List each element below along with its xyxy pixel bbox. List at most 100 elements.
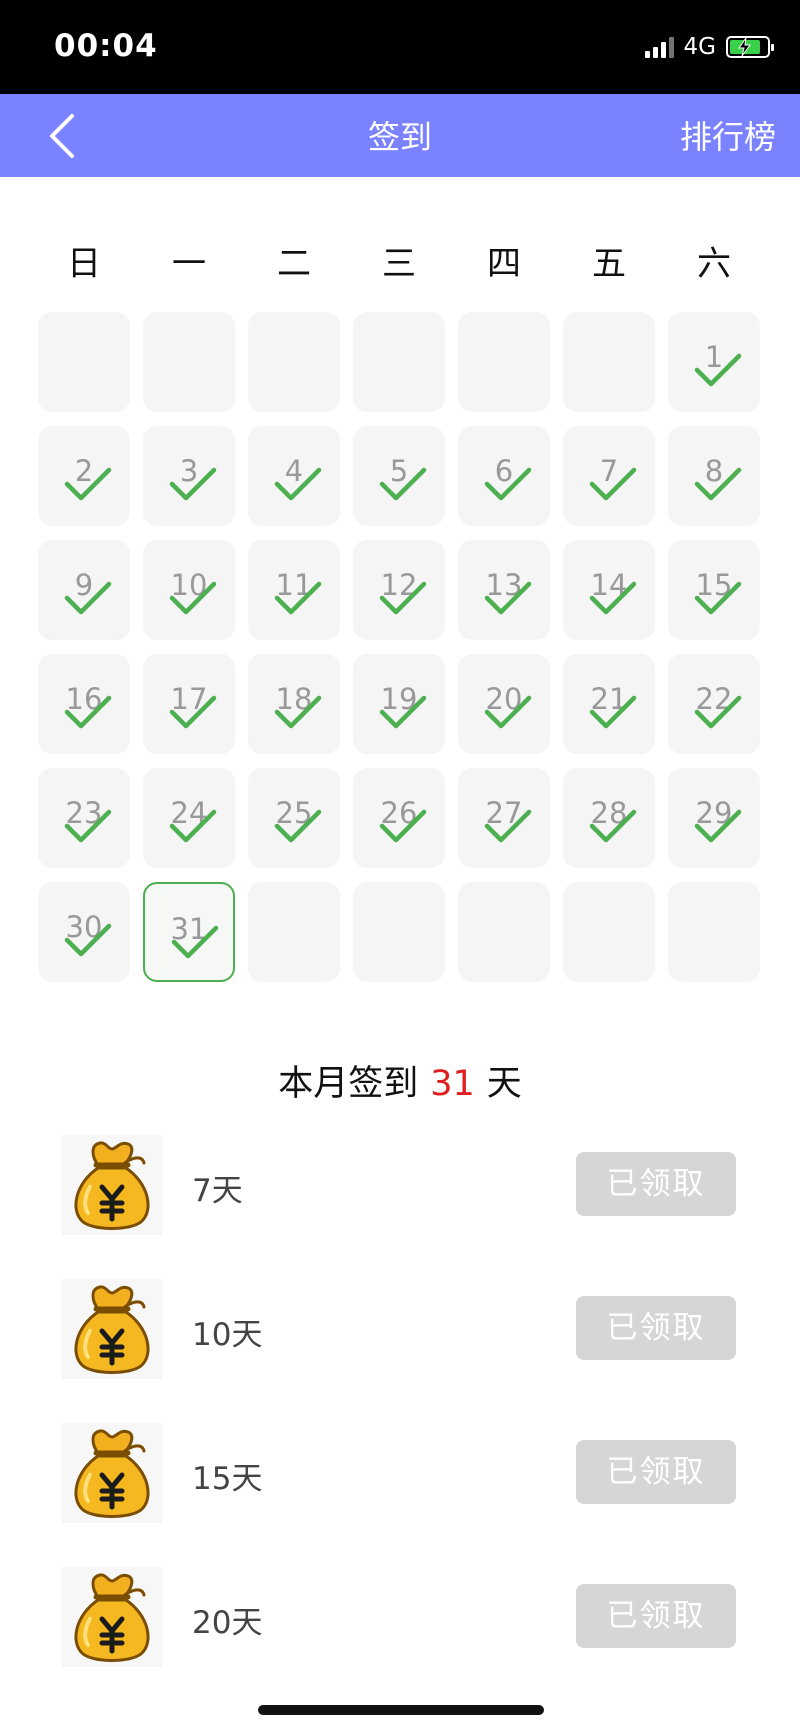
home-indicator bbox=[258, 1705, 544, 1715]
battery-icon bbox=[726, 36, 774, 58]
checkmark-icon bbox=[589, 466, 637, 502]
calendar-day-16[interactable]: 16 bbox=[38, 654, 130, 754]
calendar-day-20[interactable]: 20 bbox=[458, 654, 550, 754]
claimed-button[interactable]: 已领取 bbox=[576, 1440, 736, 1504]
calendar-day-empty bbox=[248, 312, 340, 412]
calendar-day-empty bbox=[353, 882, 445, 982]
calendar-day-6[interactable]: 6 bbox=[458, 426, 550, 526]
calendar-day-23[interactable]: 23 bbox=[38, 768, 130, 868]
signal-icon bbox=[644, 36, 674, 58]
checkmark-icon bbox=[694, 466, 742, 502]
calendar-day-30[interactable]: 30 bbox=[38, 882, 130, 982]
calendar-day-2[interactable]: 2 bbox=[38, 426, 130, 526]
checkmark-icon bbox=[64, 694, 112, 730]
checkmark-icon bbox=[484, 580, 532, 616]
calendar-day-11[interactable]: 11 bbox=[248, 540, 340, 640]
checkmark-icon bbox=[64, 922, 112, 958]
checkmark-icon bbox=[274, 580, 322, 616]
checkmark-icon bbox=[379, 694, 427, 730]
checkmark-icon bbox=[484, 694, 532, 730]
monthly-checkin-summary: 本月签到 31 天 bbox=[0, 1055, 800, 1106]
calendar-day-empty bbox=[668, 882, 760, 982]
checkmark-icon bbox=[274, 808, 322, 844]
summary-prefix: 本月签到 bbox=[278, 1064, 419, 1104]
calendar-day-31[interactable]: 31 bbox=[143, 882, 235, 982]
reward-days-label: 15天 bbox=[192, 1461, 263, 1497]
weekday-label: 三 bbox=[382, 244, 416, 284]
reward-days-label: 20天 bbox=[192, 1605, 263, 1641]
calendar-day-21[interactable]: 21 bbox=[563, 654, 655, 754]
checkmark-icon bbox=[64, 808, 112, 844]
calendar-day-26[interactable]: 26 bbox=[353, 768, 445, 868]
checkmark-icon bbox=[64, 580, 112, 616]
calendar-day-25[interactable]: 25 bbox=[248, 768, 340, 868]
status-bar: 00:04 4G bbox=[0, 0, 800, 94]
money-bag-icon bbox=[62, 1279, 162, 1379]
weekday-label: 二 bbox=[277, 244, 311, 284]
calendar-day-5[interactable]: 5 bbox=[353, 426, 445, 526]
status-indicators: 4G bbox=[644, 34, 774, 60]
money-bag-icon bbox=[62, 1567, 162, 1667]
weekday-label: 四 bbox=[487, 244, 521, 284]
calendar-day-27[interactable]: 27 bbox=[458, 768, 550, 868]
claimed-button[interactable]: 已领取 bbox=[576, 1296, 736, 1360]
checkmark-icon bbox=[169, 694, 217, 730]
claimed-button[interactable]: 已领取 bbox=[576, 1152, 736, 1216]
checkmark-icon bbox=[171, 924, 219, 960]
calendar-day-14[interactable]: 14 bbox=[563, 540, 655, 640]
checkmark-icon bbox=[589, 808, 637, 844]
checkmark-icon bbox=[484, 808, 532, 844]
weekday-label: 五 bbox=[592, 244, 626, 284]
calendar-day-19[interactable]: 19 bbox=[353, 654, 445, 754]
calendar-day-28[interactable]: 28 bbox=[563, 768, 655, 868]
calendar-day-22[interactable]: 22 bbox=[668, 654, 760, 754]
checkin-count: 31 bbox=[430, 1064, 475, 1104]
calendar-day-empty bbox=[458, 312, 550, 412]
calendar-day-1[interactable]: 1 bbox=[668, 312, 760, 412]
calendar-day-empty bbox=[563, 312, 655, 412]
calendar-day-29[interactable]: 29 bbox=[668, 768, 760, 868]
claimed-button[interactable]: 已领取 bbox=[576, 1584, 736, 1648]
checkmark-icon bbox=[169, 808, 217, 844]
calendar-day-10[interactable]: 10 bbox=[143, 540, 235, 640]
calendar-day-empty bbox=[458, 882, 550, 982]
money-bag-icon bbox=[62, 1423, 162, 1523]
leaderboard-button[interactable]: 排行榜 bbox=[680, 112, 776, 158]
calendar-day-3[interactable]: 3 bbox=[143, 426, 235, 526]
calendar-day-18[interactable]: 18 bbox=[248, 654, 340, 754]
calendar-day-4[interactable]: 4 bbox=[248, 426, 340, 526]
calendar-day-12[interactable]: 12 bbox=[353, 540, 445, 640]
calendar-day-9[interactable]: 9 bbox=[38, 540, 130, 640]
calendar-day-15[interactable]: 15 bbox=[668, 540, 760, 640]
checkmark-icon bbox=[379, 466, 427, 502]
calendar-grid: 1 2 3 4 5 6 7 8 9 10 11 12 13 14 15 16 17 18 19 20 21 22 23 24 2… bbox=[0, 312, 800, 984]
weekday-header: 日一二三四五六 bbox=[0, 236, 800, 286]
checkmark-icon bbox=[379, 580, 427, 616]
calendar-day-13[interactable]: 13 bbox=[458, 540, 550, 640]
checkmark-icon bbox=[64, 466, 112, 502]
checkmark-icon bbox=[169, 466, 217, 502]
reward-row: 15天 已领取 bbox=[0, 1423, 800, 1523]
checkmark-icon bbox=[694, 808, 742, 844]
weekday-label: 日 bbox=[67, 244, 101, 284]
checkmark-icon bbox=[169, 580, 217, 616]
money-bag-icon bbox=[62, 1135, 162, 1235]
checkmark-icon bbox=[589, 694, 637, 730]
checkmark-icon bbox=[694, 580, 742, 616]
nav-bar: 签到 排行榜 bbox=[0, 94, 800, 177]
reward-days-label: 7天 bbox=[192, 1173, 243, 1209]
calendar-day-7[interactable]: 7 bbox=[563, 426, 655, 526]
calendar-day-17[interactable]: 17 bbox=[143, 654, 235, 754]
calendar-day-empty bbox=[143, 312, 235, 412]
calendar-day-24[interactable]: 24 bbox=[143, 768, 235, 868]
summary-suffix: 天 bbox=[486, 1064, 522, 1104]
status-time: 00:04 bbox=[54, 28, 158, 64]
reward-row: 10天 已领取 bbox=[0, 1279, 800, 1379]
reward-row: 20天 已领取 bbox=[0, 1567, 800, 1667]
calendar-day-empty bbox=[38, 312, 130, 412]
weekday-label: 六 bbox=[697, 244, 731, 284]
calendar-day-8[interactable]: 8 bbox=[668, 426, 760, 526]
checkmark-icon bbox=[484, 466, 532, 502]
checkmark-icon bbox=[589, 580, 637, 616]
network-label: 4G bbox=[683, 34, 716, 60]
